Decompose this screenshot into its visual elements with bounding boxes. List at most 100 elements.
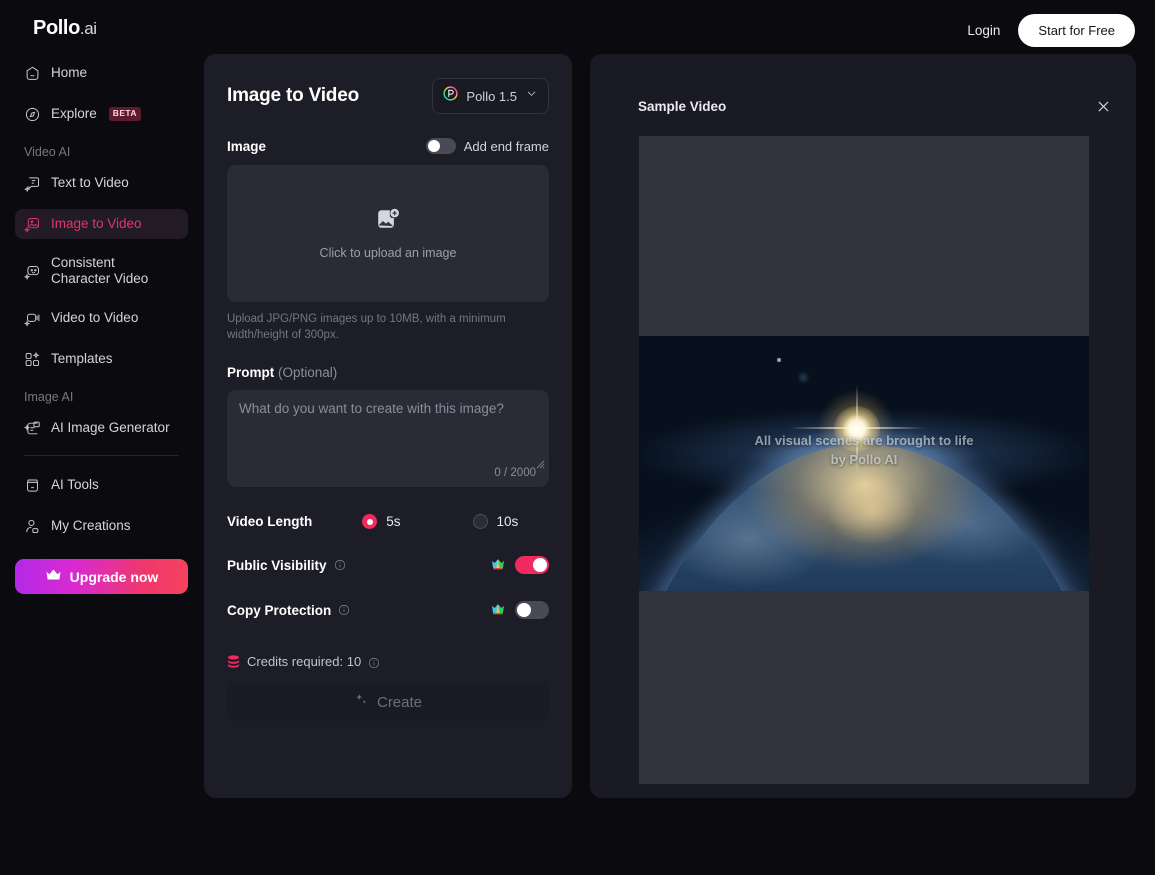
add-end-frame-label: Add end frame [463,138,549,154]
video-length-options: 5s 10s [362,514,519,530]
sidebar-nav: Home Explore BETA Video AI Text to Video [15,58,188,541]
info-icon[interactable] [338,604,350,616]
brand-suffix: .ai [79,19,97,38]
chevron-down-icon [525,87,538,105]
public-visibility-label: Public Visibility [227,557,327,573]
form-header: Image to Video Pollo 1.5 [227,78,549,114]
sidebar-item-label: AI Image Generator [51,420,170,436]
credits-required-row: Credits required: 10 [227,654,549,669]
info-icon[interactable] [334,559,346,571]
character-video-icon [24,263,41,280]
credits-coin-icon [227,655,240,669]
beta-badge: BETA [108,107,141,121]
page-title: Image to Video [227,85,359,106]
sidebar-item-label: My Creations [51,518,131,534]
model-name: Pollo 1.5 [466,88,517,104]
radio-5s-label: 5s [386,514,401,530]
sidebar-item-video-to-video[interactable]: Video to Video [15,303,188,333]
public-visibility-controls [491,556,549,575]
sidebar-item-templates[interactable]: Templates [15,344,188,374]
sidebar-item-my-creations[interactable]: My Creations [15,511,188,541]
premium-crown-icon [491,558,505,572]
sidebar-item-explore[interactable]: Explore BETA [15,99,188,129]
brand-logo[interactable]: Pollo.ai [33,17,188,40]
credits-required-text: Credits required: 10 [247,654,362,670]
prompt-input[interactable]: What do you want to create with this ima… [227,390,549,488]
resize-handle-icon[interactable] [536,456,545,469]
sidebar-item-label: Home [51,65,88,81]
create-button-label: Create [376,693,423,711]
premium-crown-icon [491,603,505,617]
upgrade-now-button[interactable]: Upgrade now [15,559,188,594]
start-for-free-button[interactable]: Start for Free [1018,14,1135,47]
sun-glint [827,476,917,546]
video-length-option-10s[interactable]: 10s [472,514,519,530]
sidebar-item-label: Templates [51,351,113,367]
my-creations-icon [24,518,41,535]
sparkle-icon [354,693,368,711]
upgrade-label: Upgrade now [69,568,159,585]
sidebar-section-image-ai: Image AI [24,390,74,404]
sidebar-item-label: Explore [51,106,97,122]
sidebar-item-ai-tools[interactable]: AI Tools [15,470,188,500]
sidebar-item-text-to-video[interactable]: Text to Video [15,168,188,198]
image-add-icon [375,208,401,237]
image-field-header: Image Add end frame [227,138,549,154]
ai-image-generator-icon [24,420,41,437]
sample-video-panel: Sample Video All visual scenes are broug… [590,54,1136,798]
sidebar-item-image-to-video[interactable]: Image to Video [15,209,188,239]
close-icon[interactable] [1095,98,1112,115]
toggle-knob [517,603,531,618]
sidebar-divider [24,455,179,456]
image-label: Image [227,138,267,154]
public-visibility-row: Public Visibility [227,556,549,575]
copy-protection-toggle[interactable] [515,601,549,620]
sidebar: Pollo.ai Home Explore BETA Video AI Text… [0,0,203,875]
prompt-label: Prompt (Optional) [227,365,549,380]
templates-icon [24,351,41,368]
radio-5s[interactable] [362,514,378,530]
login-button[interactable]: Login [967,23,1000,38]
radio-10s[interactable] [472,514,488,530]
compass-icon [24,106,41,123]
upload-note: Upload JPG/PNG images up to 10MB, with a… [227,313,506,342]
sidebar-item-home[interactable]: Home [15,58,188,88]
lens-flare-dot [777,358,781,362]
sidebar-item-label: AI Tools [51,477,99,493]
create-button[interactable]: Create [227,683,549,722]
ai-tools-icon [24,477,41,494]
public-visibility-label-group: Public Visibility [227,558,346,573]
home-icon [24,65,41,82]
crown-icon [45,568,62,585]
video-length-label: Video Length [227,514,313,530]
toggle-knob [427,140,440,152]
image-to-video-form-panel: Image to Video Pollo 1.5 Image Add end f… [204,54,572,798]
sidebar-item-ai-image-generator[interactable]: AI Image Generator [15,413,188,443]
add-end-frame-control[interactable]: Add end frame [425,138,549,154]
sidebar-item-label: Text to Video [51,175,129,191]
copy-protection-controls [491,601,549,620]
public-visibility-toggle[interactable] [515,556,549,575]
sidebar-item-label: Image to Video [51,216,142,232]
toggle-knob [533,558,547,573]
sample-video-frame[interactable]: All visual scenes are brought to life by… [639,136,1089,784]
lens-flare-ring [797,371,810,384]
model-selector[interactable]: Pollo 1.5 [432,78,549,114]
radio-10s-label: 10s [496,514,519,530]
prompt-label-text: Prompt [227,365,275,381]
add-end-frame-toggle[interactable] [425,138,456,154]
prompt-placeholder: What do you want to create with this ima… [239,401,504,417]
top-bar: Login Start for Free [967,14,1135,47]
copy-protection-label: Copy Protection [227,602,332,618]
app-root: Pollo.ai Home Explore BETA Video AI Text… [0,0,1155,875]
sample-video-header: Sample Video [590,54,1136,115]
video-length-option-5s[interactable]: 5s [362,514,401,530]
info-icon[interactable] [368,656,380,668]
prompt-optional-text: (Optional) [278,365,338,381]
text-to-video-icon [24,175,41,192]
pollo-logo-icon [443,86,459,106]
video-watermark-text: All visual scenes are brought to life by… [754,433,974,467]
sidebar-item-consistent-character-video[interactable]: Consistent Character Video [15,250,188,292]
upload-hint-text: Click to upload an image [319,245,457,260]
image-upload-dropzone[interactable]: Click to upload an image [227,165,549,302]
